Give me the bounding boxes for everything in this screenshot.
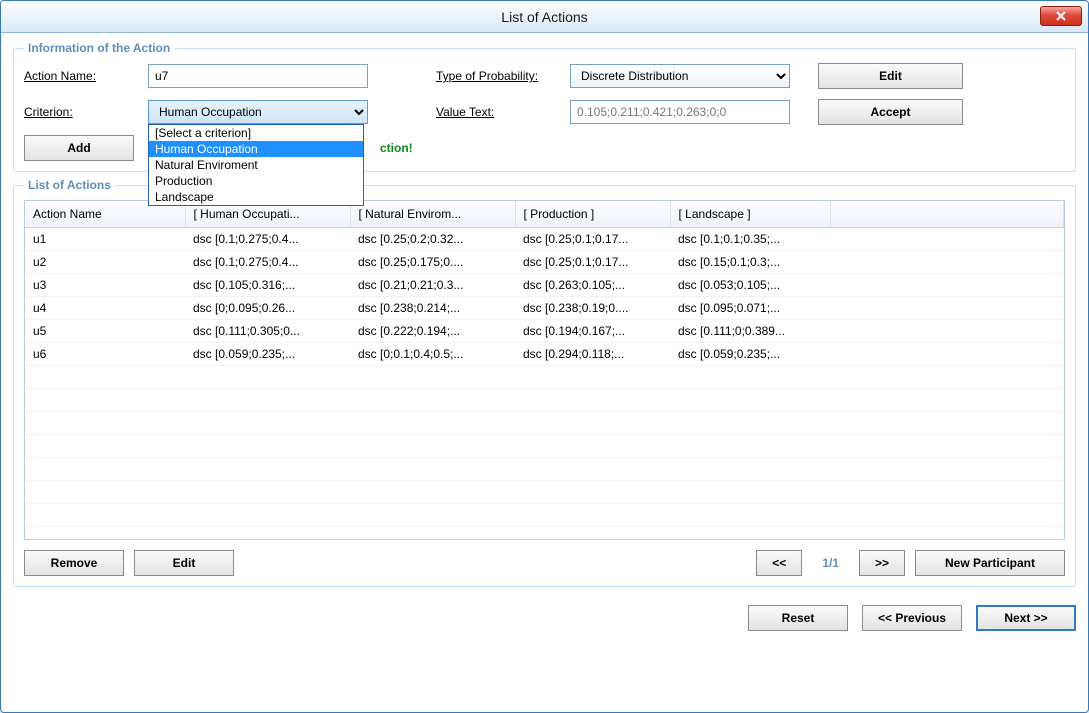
- table-row[interactable]: u5dsc [0.111;0.305;0...dsc [0.222;0.194;…: [25, 320, 1064, 343]
- value-cell: dsc [0.238;0.214;...: [350, 297, 515, 320]
- value-text-input[interactable]: [570, 100, 790, 124]
- value-cell: dsc [0.059;0.235;...: [185, 343, 350, 366]
- table-row[interactable]: u3dsc [0.105;0.316;...dsc [0.21;0.21;0.3…: [25, 274, 1064, 297]
- value-cell: dsc [0.095;0.071;...: [670, 297, 830, 320]
- add-button[interactable]: Add: [24, 135, 134, 161]
- value-cell: dsc [0.21;0.21;0.3...: [350, 274, 515, 297]
- value-cell: dsc [0.1;0.1;0.35;...: [670, 228, 830, 251]
- next-step-button[interactable]: Next >>: [976, 605, 1076, 631]
- value-cell: [830, 274, 1064, 297]
- row-action-name: Action Name: Type of Probability: Discre…: [24, 63, 1065, 89]
- value-cell: dsc [0.15;0.1;0.3;...: [670, 251, 830, 274]
- list-legend: List of Actions: [24, 178, 115, 192]
- column-header[interactable]: [ Landscape ]: [670, 201, 830, 228]
- window-frame: List of Actions Information of the Actio…: [0, 0, 1089, 713]
- value-cell: [830, 228, 1064, 251]
- close-icon: [1055, 11, 1067, 21]
- action-name-cell: u6: [25, 343, 185, 366]
- criterion-select[interactable]: Human Occupation: [148, 100, 368, 124]
- value-cell: dsc [0.194;0.167;...: [515, 320, 670, 343]
- dialog-body: Information of the Action Action Name: T…: [1, 33, 1088, 643]
- accept-button[interactable]: Accept: [818, 99, 963, 125]
- value-cell: dsc [0.105;0.316;...: [185, 274, 350, 297]
- action-name-cell: u5: [25, 320, 185, 343]
- type-probability-select[interactable]: Discrete Distribution: [570, 64, 790, 88]
- value-cell: dsc [0.25;0.1;0.17...: [515, 251, 670, 274]
- value-cell: dsc [0;0.1;0.4;0.5;...: [350, 343, 515, 366]
- table-row: [25, 458, 1064, 481]
- value-cell: dsc [0.25;0.175;0....: [350, 251, 515, 274]
- table-row: [25, 435, 1064, 458]
- value-cell: dsc [0;0.095;0.26...: [185, 297, 350, 320]
- column-header[interactable]: [830, 201, 1064, 228]
- value-cell: dsc [0.053;0.105;...: [670, 274, 830, 297]
- value-cell: dsc [0.25;0.2;0.32...: [350, 228, 515, 251]
- success-message: ction!: [380, 141, 413, 155]
- action-name-cell: u2: [25, 251, 185, 274]
- value-cell: dsc [0.263;0.105;...: [515, 274, 670, 297]
- reset-button[interactable]: Reset: [748, 605, 848, 631]
- list-fieldset: List of Actions Action Name[ Human Occup…: [13, 178, 1076, 587]
- table-row: [25, 481, 1064, 504]
- value-cell: dsc [0.059;0.235;...: [670, 343, 830, 366]
- value-cell: [830, 297, 1064, 320]
- window-title: List of Actions: [501, 9, 587, 25]
- table-row[interactable]: u1dsc [0.1;0.275;0.4...dsc [0.25;0.2;0.3…: [25, 228, 1064, 251]
- table-row: [25, 412, 1064, 435]
- table-row[interactable]: u4dsc [0;0.095;0.26...dsc [0.238;0.214;.…: [25, 297, 1064, 320]
- edit-list-button[interactable]: Edit: [134, 550, 234, 576]
- column-header[interactable]: [ Production ]: [515, 201, 670, 228]
- value-cell: dsc [0.1;0.275;0.4...: [185, 251, 350, 274]
- value-cell: [830, 251, 1064, 274]
- criterion-option[interactable]: [Select a criterion]: [149, 125, 363, 141]
- table-row: [25, 389, 1064, 412]
- value-cell: dsc [0.238;0.19;0....: [515, 297, 670, 320]
- value-cell: [830, 343, 1064, 366]
- criterion-dropdown[interactable]: [Select a criterion]Human OccupationNatu…: [148, 124, 364, 206]
- type-probability-label: Type of Probability:: [436, 69, 566, 83]
- actions-table: Action Name[ Human Occupati...[ Natural …: [25, 201, 1064, 527]
- table-row[interactable]: u6dsc [0.059;0.235;...dsc [0;0.1;0.4;0.5…: [25, 343, 1064, 366]
- value-cell: dsc [0.25;0.1;0.17...: [515, 228, 670, 251]
- value-cell: dsc [0.1;0.275;0.4...: [185, 228, 350, 251]
- close-button[interactable]: [1040, 6, 1082, 26]
- criterion-option[interactable]: Natural Enviroment: [149, 157, 363, 173]
- action-name-input[interactable]: [148, 64, 368, 88]
- remove-button[interactable]: Remove: [24, 550, 124, 576]
- value-cell: dsc [0.222;0.194;...: [350, 320, 515, 343]
- action-name-cell: u1: [25, 228, 185, 251]
- criterion-option[interactable]: Production: [149, 173, 363, 189]
- actions-table-container: Action Name[ Human Occupati...[ Natural …: [24, 200, 1065, 540]
- column-header[interactable]: [ Natural Envirom...: [350, 201, 515, 228]
- action-name-label: Action Name:: [24, 69, 144, 83]
- table-row: [25, 504, 1064, 527]
- action-name-cell: u3: [25, 274, 185, 297]
- criterion-label: Criterion:: [24, 105, 144, 119]
- page-indicator: 1/1: [812, 556, 849, 570]
- nav-row: Reset << Previous Next >>: [13, 605, 1076, 631]
- edit-info-button[interactable]: Edit: [818, 63, 963, 89]
- table-row[interactable]: u2dsc [0.1;0.275;0.4...dsc [0.25;0.175;0…: [25, 251, 1064, 274]
- action-name-cell: u4: [25, 297, 185, 320]
- value-cell: dsc [0.294;0.118;...: [515, 343, 670, 366]
- row-criterion: Criterion: Human Occupation [Select a cr…: [24, 99, 1065, 125]
- value-cell: [830, 320, 1064, 343]
- criterion-option[interactable]: Landscape: [149, 189, 363, 205]
- info-fieldset: Information of the Action Action Name: T…: [13, 41, 1076, 172]
- list-footer-row: Remove Edit << 1/1 >> New Participant: [24, 550, 1065, 576]
- value-cell: dsc [0.111;0.305;0...: [185, 320, 350, 343]
- criterion-option[interactable]: Human Occupation: [149, 141, 363, 157]
- title-bar: List of Actions: [1, 1, 1088, 33]
- value-text-label: Value Text:: [436, 105, 566, 119]
- table-row: [25, 366, 1064, 389]
- info-legend: Information of the Action: [24, 41, 174, 55]
- new-participant-button[interactable]: New Participant: [915, 550, 1065, 576]
- prev-page-button[interactable]: <<: [756, 550, 802, 576]
- value-cell: dsc [0.111;0;0.389...: [670, 320, 830, 343]
- previous-step-button[interactable]: << Previous: [862, 605, 962, 631]
- next-page-button[interactable]: >>: [859, 550, 905, 576]
